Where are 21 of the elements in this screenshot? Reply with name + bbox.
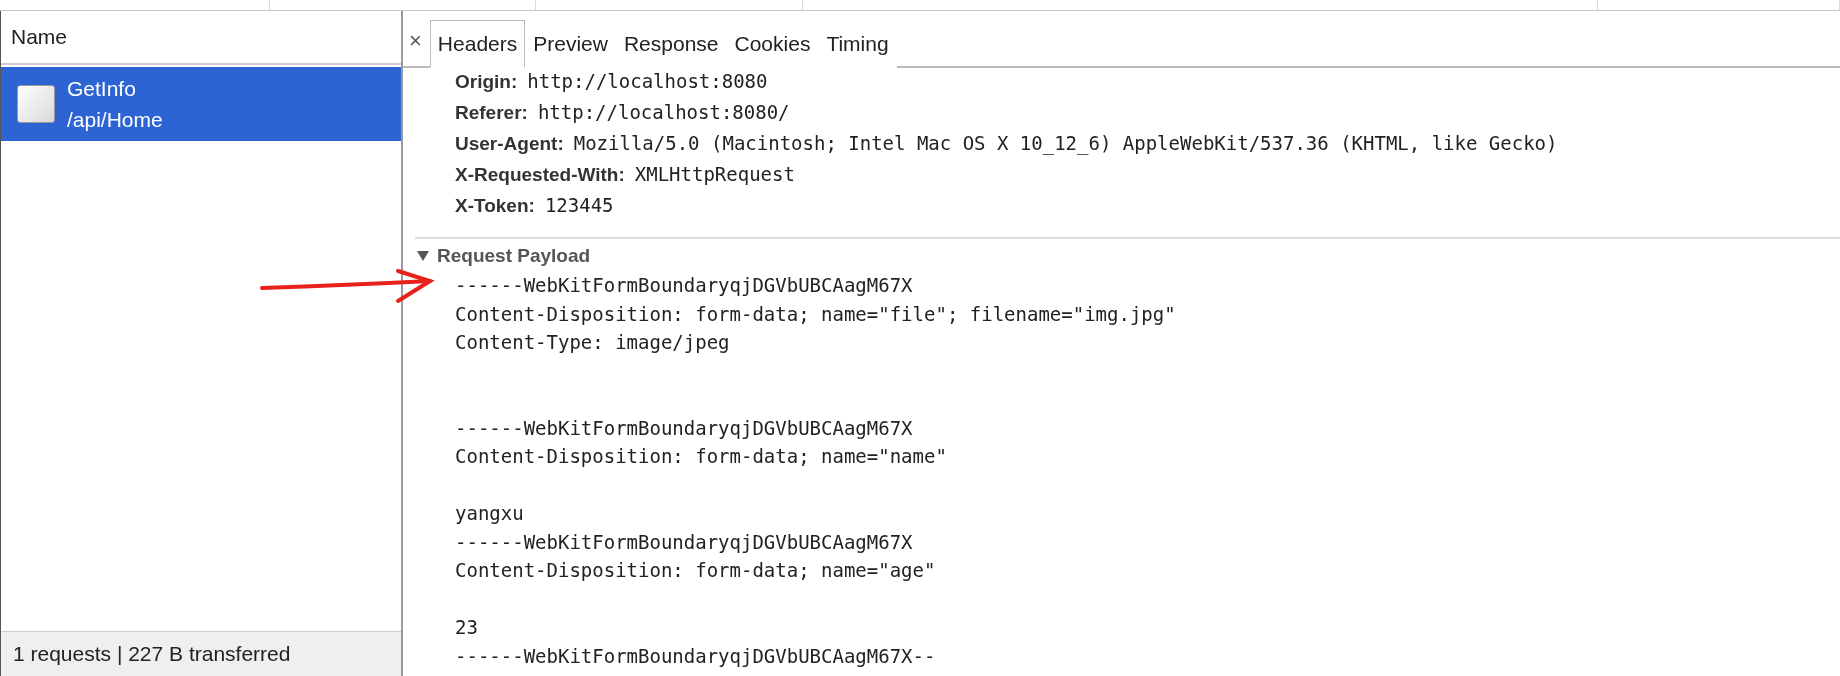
- header-name: Origin:: [455, 71, 518, 93]
- close-button[interactable]: ×: [409, 28, 430, 66]
- payload-text: ------WebKitFormBoundaryqjDGVbUBCAagM67X Content-Disposition: form-data; name="file"; filename="img.jpg" Content-Type: image/jpeg ------WebKitFormBoundaryqjDGVbUBCAagM67X Content-Disposition: form-data; name="name" yangxu ------WebKitFormBoundaryqjDGVbUBCAagM67X Content-Disposition: form-data; name="age" 23 ------WebKitFormBoundaryqjDGVbUBCAagM67X--: [455, 273, 1177, 669]
- request-path: /api/Home: [67, 107, 163, 133]
- header-name: X-Token:: [455, 195, 535, 217]
- section-title[interactable]: Request Payload: [437, 245, 591, 267]
- column-header[interactable]: Name: [1, 11, 401, 65]
- header-value: http://localhost:8080/: [537, 101, 790, 123]
- header-name: X-Requested-With:: [455, 164, 625, 186]
- header-name: User-Agent:: [455, 133, 564, 155]
- header-value: XMLHttpRequest: [634, 163, 795, 185]
- file-icon: [17, 85, 55, 123]
- request-row[interactable]: GetInfo /api/Home: [1, 67, 401, 141]
- disclosure-triangle-icon[interactable]: [417, 251, 429, 261]
- header-value: http://localhost:8080: [527, 70, 768, 92]
- tab[interactable]: Headers: [429, 20, 526, 68]
- header-value: Mozilla/5.0 (Macintosh; Intel Mac OS X 10_12_6) AppleWebKit/537.36 (KHTML, like Gecko): [573, 132, 1558, 154]
- header-value: 123445: [544, 194, 614, 216]
- header-name: Referer:: [455, 102, 528, 124]
- request-name: GetInfo: [67, 76, 137, 102]
- status-bar: 1 requests | 227 B transferred: [1, 631, 401, 676]
